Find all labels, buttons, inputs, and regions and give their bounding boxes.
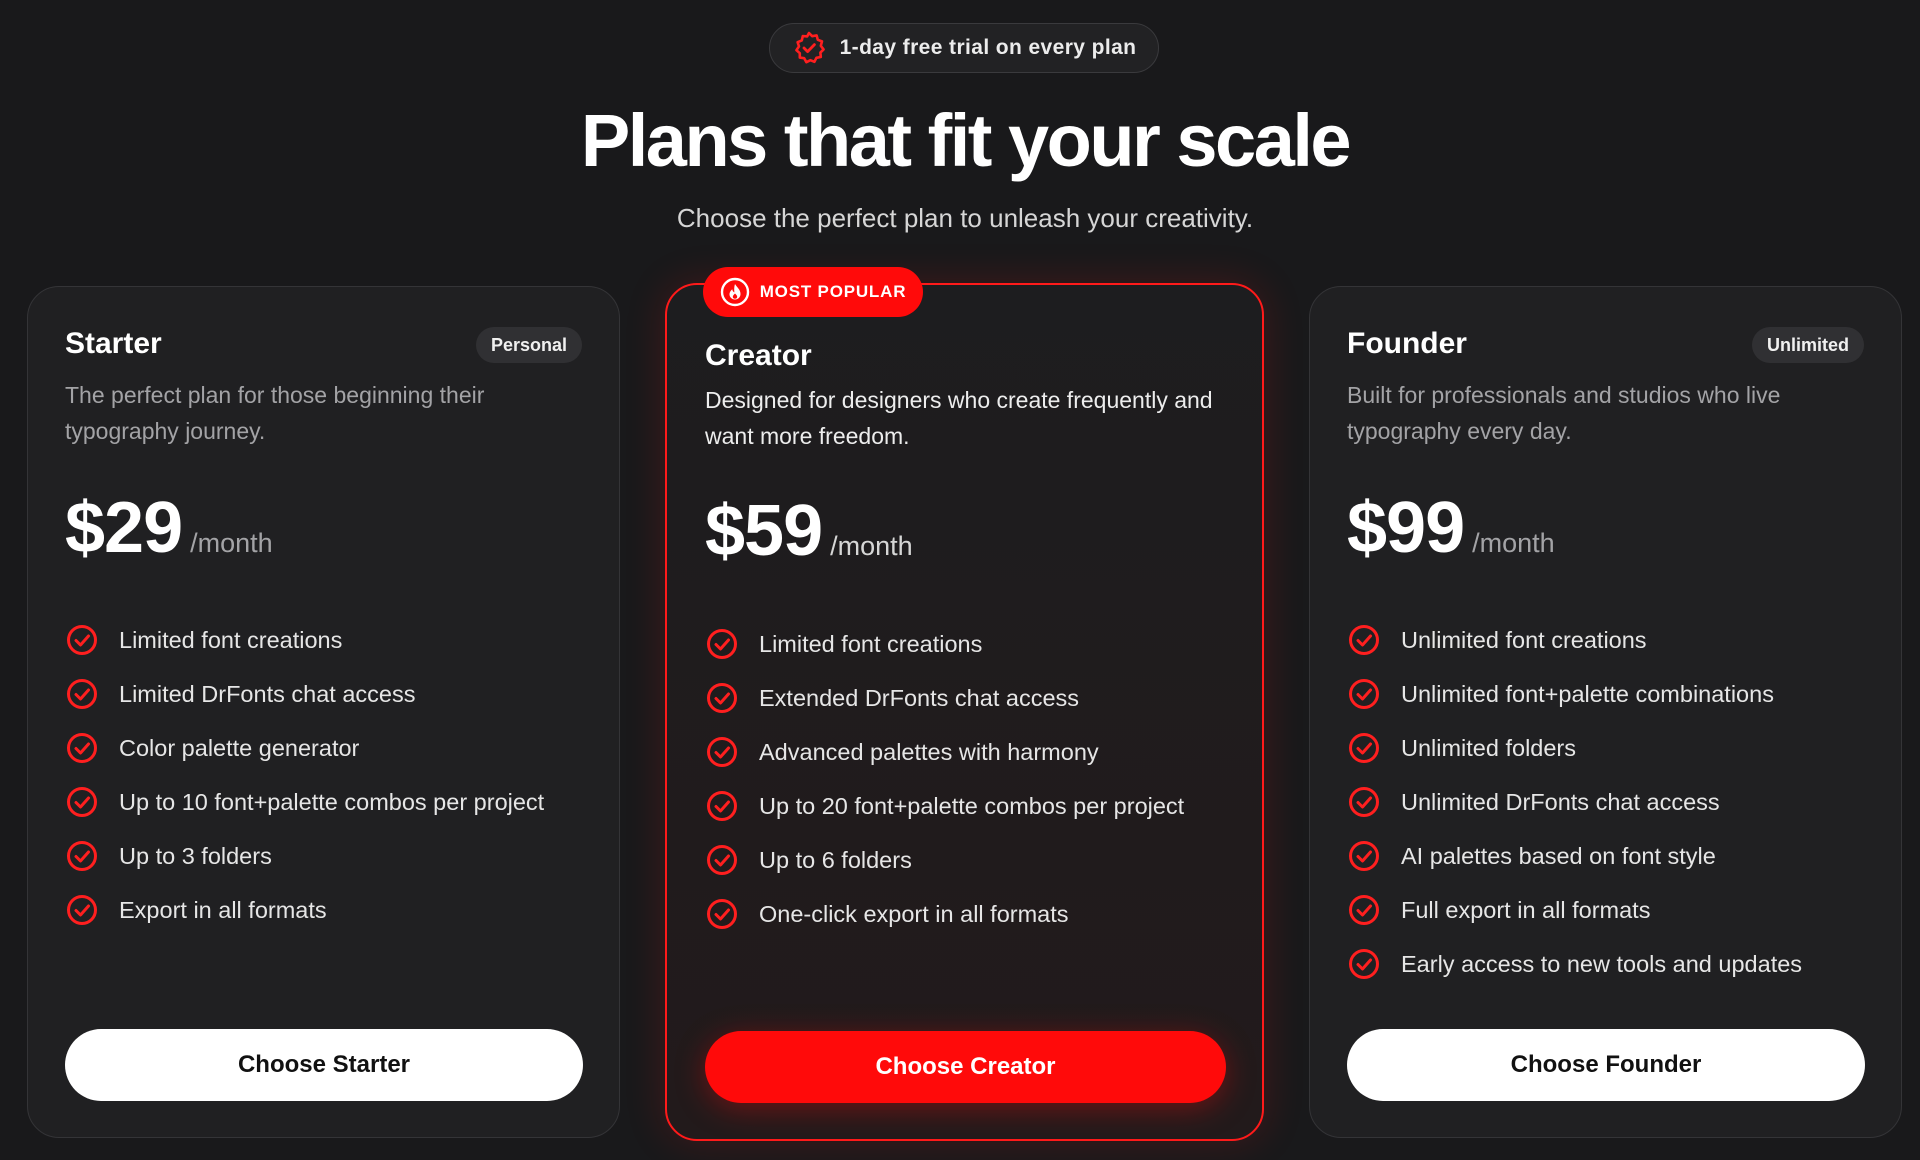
feature-item: Unlimited font+palette combinations bbox=[1347, 667, 1802, 721]
price-row: $29 /month bbox=[65, 487, 273, 569]
check-circle-icon bbox=[65, 677, 99, 711]
flame-icon bbox=[720, 277, 749, 307]
most-popular-label: MOST POPULAR bbox=[759, 282, 907, 301]
page-subtitle: Choose the perfect plan to unleash your … bbox=[676, 203, 1254, 233]
feature-list: Unlimited font creations Unlimited font+… bbox=[1347, 613, 1802, 991]
verified-badge-icon bbox=[794, 31, 825, 64]
price-row: $59 /month bbox=[705, 490, 913, 572]
check-circle-icon bbox=[705, 681, 739, 715]
feature-list: Limited font creations Limited DrFonts c… bbox=[65, 613, 544, 937]
plan-description: Designed for designers who create freque… bbox=[705, 387, 1213, 449]
feature-item: Up to 20 font+palette combos per project bbox=[705, 779, 1184, 833]
feature-item: Extended DrFonts chat access bbox=[705, 671, 1184, 725]
feature-item: Early access to new tools and updates bbox=[1347, 937, 1802, 991]
check-circle-icon bbox=[1347, 623, 1381, 657]
feature-item: Limited font creations bbox=[65, 613, 544, 667]
check-circle-icon bbox=[65, 785, 99, 819]
feature-text: AI palettes based on font style bbox=[1401, 842, 1716, 869]
feature-text: Up to 6 folders bbox=[759, 846, 912, 873]
plan-card-founder: Founder Unlimited Built for professional… bbox=[1309, 286, 1902, 1138]
plan-tag: Personal bbox=[475, 327, 582, 363]
check-circle-icon bbox=[705, 843, 739, 877]
most-popular-badge: MOST POPULAR bbox=[703, 267, 923, 317]
feature-text: Advanced palettes with harmony bbox=[759, 738, 1099, 765]
free-trial-pill: 1-day free trial on every plan bbox=[769, 23, 1159, 73]
price-row: $99 /month bbox=[1347, 487, 1555, 569]
check-circle-icon bbox=[65, 839, 99, 873]
check-circle-icon bbox=[705, 789, 739, 823]
plan-description: The perfect plan for those beginning the… bbox=[65, 382, 485, 444]
feature-item: Up to 10 font+palette combos per project bbox=[65, 775, 544, 829]
choose-starter-button[interactable]: Choose Starter bbox=[65, 1029, 583, 1101]
feature-item: Limited font creations bbox=[705, 617, 1184, 671]
feature-text: Limited font creations bbox=[119, 626, 343, 653]
plan-description: Built for professionals and studios who … bbox=[1347, 382, 1781, 444]
feature-item: Unlimited DrFonts chat access bbox=[1347, 775, 1802, 829]
check-circle-icon bbox=[705, 627, 739, 661]
feature-item: Up to 6 folders bbox=[705, 833, 1184, 887]
feature-item: Advanced palettes with harmony bbox=[705, 725, 1184, 779]
feature-text: Limited DrFonts chat access bbox=[119, 680, 416, 707]
feature-item: Full export in all formats bbox=[1347, 883, 1802, 937]
check-circle-icon bbox=[1347, 677, 1381, 711]
feature-text: Limited font creations bbox=[759, 630, 983, 657]
check-circle-icon bbox=[65, 623, 99, 657]
feature-text: Unlimited DrFonts chat access bbox=[1401, 788, 1720, 815]
check-circle-icon bbox=[1347, 947, 1381, 981]
feature-text: Up to 10 font+palette combos per project bbox=[119, 788, 545, 815]
feature-text: Up to 3 folders bbox=[119, 842, 272, 869]
check-circle-icon bbox=[65, 731, 99, 765]
feature-text: Unlimited font creations bbox=[1401, 626, 1647, 653]
plan-card-creator: Creator Designed for designers who creat… bbox=[665, 283, 1264, 1141]
plan-name: Starter bbox=[65, 327, 162, 360]
check-circle-icon bbox=[1347, 893, 1381, 927]
check-circle-icon bbox=[1347, 785, 1381, 819]
feature-item: Export in all formats bbox=[65, 883, 544, 937]
feature-item: Up to 3 folders bbox=[65, 829, 544, 883]
feature-text: Unlimited folders bbox=[1401, 734, 1577, 761]
feature-item: Limited DrFonts chat access bbox=[65, 667, 544, 721]
price: $29 bbox=[65, 488, 183, 568]
page-title: Plans that fit your scale bbox=[580, 99, 1352, 182]
feature-item: Unlimited font creations bbox=[1347, 613, 1802, 667]
plan-card-starter: Starter Personal The perfect plan for th… bbox=[27, 286, 620, 1138]
check-circle-icon bbox=[1347, 731, 1381, 765]
price: $59 bbox=[705, 491, 823, 571]
feature-text: One-click export in all formats bbox=[759, 900, 1069, 927]
feature-text: Full export in all formats bbox=[1401, 896, 1651, 923]
feature-text: Color palette generator bbox=[119, 734, 360, 761]
check-circle-icon bbox=[705, 735, 739, 769]
feature-text: Unlimited font+palette combinations bbox=[1401, 680, 1774, 707]
plan-name: Creator bbox=[705, 339, 812, 372]
check-circle-icon bbox=[705, 897, 739, 931]
feature-list: Limited font creations Extended DrFonts … bbox=[705, 617, 1184, 941]
choose-founder-button[interactable]: Choose Founder bbox=[1347, 1029, 1865, 1101]
feature-item: AI palettes based on font style bbox=[1347, 829, 1802, 883]
feature-text: Early access to new tools and updates bbox=[1401, 950, 1803, 977]
free-trial-text: 1-day free trial on every plan bbox=[839, 36, 1137, 59]
price-period: /month bbox=[190, 528, 273, 558]
feature-text: Extended DrFonts chat access bbox=[759, 684, 1080, 711]
feature-item: Unlimited folders bbox=[1347, 721, 1802, 775]
price: $99 bbox=[1347, 488, 1465, 568]
check-circle-icon bbox=[65, 893, 99, 927]
check-circle-icon bbox=[1347, 839, 1381, 873]
feature-text: Export in all formats bbox=[119, 896, 327, 923]
price-period: /month bbox=[830, 531, 913, 561]
plan-tag: Unlimited bbox=[1751, 327, 1864, 363]
pricing-page: 1-day free trial on every plan Plans tha… bbox=[0, 0, 1920, 1160]
choose-creator-button[interactable]: Choose Creator bbox=[705, 1031, 1226, 1103]
feature-item: One-click export in all formats bbox=[705, 887, 1184, 941]
price-period: /month bbox=[1472, 528, 1555, 558]
plan-name: Founder bbox=[1347, 327, 1467, 360]
feature-item: Color palette generator bbox=[65, 721, 544, 775]
feature-text: Up to 20 font+palette combos per project bbox=[759, 792, 1185, 819]
